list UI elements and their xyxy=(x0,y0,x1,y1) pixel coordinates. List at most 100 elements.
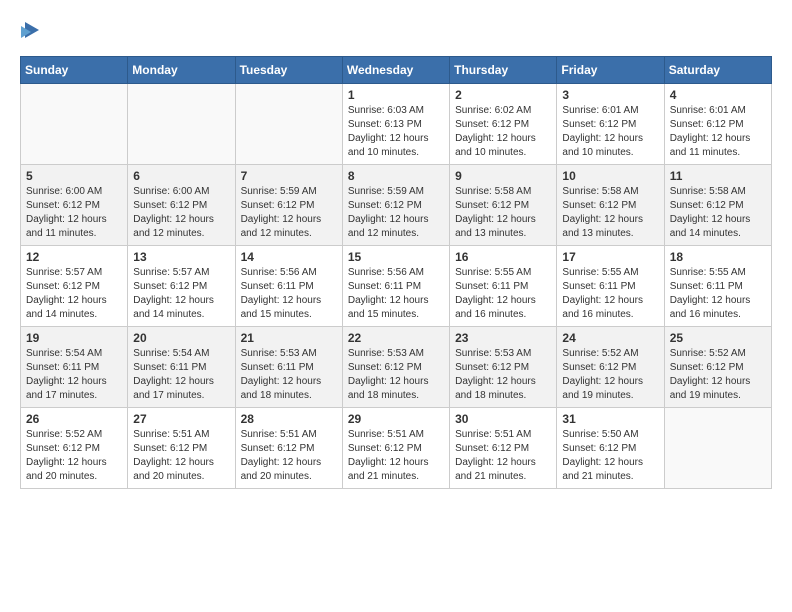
calendar-cell: 13 Sunrise: 5:57 AM Sunset: 6:12 PM Dayli… xyxy=(128,246,235,327)
calendar-week-2: 5 Sunrise: 6:00 AM Sunset: 6:12 PM Daylig… xyxy=(21,165,772,246)
calendar-cell: 17 Sunrise: 5:55 AM Sunset: 6:11 PM Dayli… xyxy=(557,246,664,327)
calendar-cell: 9 Sunrise: 5:58 AM Sunset: 6:12 PM Daylig… xyxy=(450,165,557,246)
day-number: 18 xyxy=(670,250,766,264)
calendar-cell xyxy=(21,84,128,165)
weekday-header-sunday: Sunday xyxy=(21,57,128,84)
calendar-cell: 3 Sunrise: 6:01 AM Sunset: 6:12 PM Daylig… xyxy=(557,84,664,165)
day-number: 27 xyxy=(133,412,229,426)
day-number: 31 xyxy=(562,412,658,426)
day-number: 30 xyxy=(455,412,551,426)
day-info: Sunrise: 5:55 AM Sunset: 6:11 PM Dayligh… xyxy=(670,266,766,322)
weekday-header-tuesday: Tuesday xyxy=(235,57,342,84)
day-number: 9 xyxy=(455,169,551,183)
weekday-header-wednesday: Wednesday xyxy=(342,57,449,84)
day-info: Sunrise: 5:54 AM Sunset: 6:11 PM Dayligh… xyxy=(133,347,229,403)
day-info: Sunrise: 5:57 AM Sunset: 6:12 PM Dayligh… xyxy=(133,266,229,322)
calendar-cell: 21 Sunrise: 5:53 AM Sunset: 6:11 PM Dayli… xyxy=(235,327,342,408)
day-number: 6 xyxy=(133,169,229,183)
calendar-cell: 26 Sunrise: 5:52 AM Sunset: 6:12 PM Dayli… xyxy=(21,408,128,489)
calendar-cell xyxy=(128,84,235,165)
calendar-cell: 18 Sunrise: 5:55 AM Sunset: 6:11 PM Dayli… xyxy=(664,246,771,327)
day-info: Sunrise: 5:55 AM Sunset: 6:11 PM Dayligh… xyxy=(455,266,551,322)
day-info: Sunrise: 5:56 AM Sunset: 6:11 PM Dayligh… xyxy=(348,266,444,322)
day-info: Sunrise: 5:52 AM Sunset: 6:12 PM Dayligh… xyxy=(26,428,122,484)
calendar-week-4: 19 Sunrise: 5:54 AM Sunset: 6:11 PM Dayli… xyxy=(21,327,772,408)
calendar-cell: 4Sunrise: 6:01 AM Sunset: 6:12 PM Daylig… xyxy=(664,84,771,165)
day-number: 19 xyxy=(26,331,122,345)
day-info: Sunrise: 6:00 AM Sunset: 6:12 PM Dayligh… xyxy=(26,185,122,241)
weekday-header-thursday: Thursday xyxy=(450,57,557,84)
day-number: 7 xyxy=(241,169,337,183)
day-info: Sunrise: 5:52 AM Sunset: 6:12 PM Dayligh… xyxy=(670,347,766,403)
day-info: Sunrise: 5:54 AM Sunset: 6:11 PM Dayligh… xyxy=(26,347,122,403)
day-number: 16 xyxy=(455,250,551,264)
day-info: Sunrise: 5:59 AM Sunset: 6:12 PM Dayligh… xyxy=(348,185,444,241)
calendar-cell: 10Sunrise: 5:58 AM Sunset: 6:12 PM Dayli… xyxy=(557,165,664,246)
calendar-cell: 8 Sunrise: 5:59 AM Sunset: 6:12 PM Daylig… xyxy=(342,165,449,246)
calendar-cell: 31Sunrise: 5:50 AM Sunset: 6:12 PM Dayli… xyxy=(557,408,664,489)
weekday-header-monday: Monday xyxy=(128,57,235,84)
day-info: Sunrise: 6:01 AM Sunset: 6:12 PM Dayligh… xyxy=(670,104,766,160)
calendar-cell: 1 Sunrise: 6:03 AM Sunset: 6:13 PM Daylig… xyxy=(342,84,449,165)
day-info: Sunrise: 6:01 AM Sunset: 6:12 PM Dayligh… xyxy=(562,104,658,160)
day-info: Sunrise: 5:53 AM Sunset: 6:12 PM Dayligh… xyxy=(348,347,444,403)
day-info: Sunrise: 5:58 AM Sunset: 6:12 PM Dayligh… xyxy=(562,185,658,241)
day-info: Sunrise: 6:00 AM Sunset: 6:12 PM Dayligh… xyxy=(133,185,229,241)
day-number: 29 xyxy=(348,412,444,426)
day-number: 28 xyxy=(241,412,337,426)
day-info: Sunrise: 5:59 AM Sunset: 6:12 PM Dayligh… xyxy=(241,185,337,241)
calendar-cell xyxy=(235,84,342,165)
day-number: 20 xyxy=(133,331,229,345)
day-number: 3 xyxy=(562,88,658,102)
day-number: 17 xyxy=(562,250,658,264)
calendar-cell xyxy=(664,408,771,489)
day-info: Sunrise: 5:53 AM Sunset: 6:11 PM Dayligh… xyxy=(241,347,337,403)
calendar-cell: 6 Sunrise: 6:00 AM Sunset: 6:12 PM Daylig… xyxy=(128,165,235,246)
calendar-cell: 2Sunrise: 6:02 AM Sunset: 6:12 PM Daylig… xyxy=(450,84,557,165)
calendar-week-3: 12 Sunrise: 5:57 AM Sunset: 6:12 PM Dayli… xyxy=(21,246,772,327)
calendar-cell: 15 Sunrise: 5:56 AM Sunset: 6:11 PM Dayli… xyxy=(342,246,449,327)
page: SundayMondayTuesdayWednesdayThursdayFrid… xyxy=(0,0,792,499)
calendar-cell: 25 Sunrise: 5:52 AM Sunset: 6:12 PM Dayli… xyxy=(664,327,771,408)
day-number: 15 xyxy=(348,250,444,264)
calendar-cell: 23Sunrise: 5:53 AM Sunset: 6:12 PM Dayli… xyxy=(450,327,557,408)
calendar-cell: 5 Sunrise: 6:00 AM Sunset: 6:12 PM Daylig… xyxy=(21,165,128,246)
day-number: 2 xyxy=(455,88,551,102)
weekday-header-saturday: Saturday xyxy=(664,57,771,84)
calendar-table: SundayMondayTuesdayWednesdayThursdayFrid… xyxy=(20,56,772,489)
weekday-header-friday: Friday xyxy=(557,57,664,84)
day-number: 14 xyxy=(241,250,337,264)
day-number: 13 xyxy=(133,250,229,264)
calendar-cell: 11Sunrise: 5:58 AM Sunset: 6:12 PM Dayli… xyxy=(664,165,771,246)
day-number: 26 xyxy=(26,412,122,426)
calendar-cell: 19 Sunrise: 5:54 AM Sunset: 6:11 PM Dayli… xyxy=(21,327,128,408)
logo xyxy=(20,20,40,42)
day-number: 11 xyxy=(670,169,766,183)
calendar-cell: 7 Sunrise: 5:59 AM Sunset: 6:12 PM Daylig… xyxy=(235,165,342,246)
day-info: Sunrise: 5:51 AM Sunset: 6:12 PM Dayligh… xyxy=(455,428,551,484)
logo-icon xyxy=(21,20,39,42)
day-info: Sunrise: 5:56 AM Sunset: 6:11 PM Dayligh… xyxy=(241,266,337,322)
day-info: Sunrise: 5:51 AM Sunset: 6:12 PM Dayligh… xyxy=(241,428,337,484)
weekday-header-row: SundayMondayTuesdayWednesdayThursdayFrid… xyxy=(21,57,772,84)
calendar-cell: 14 Sunrise: 5:56 AM Sunset: 6:11 PM Dayli… xyxy=(235,246,342,327)
calendar-cell: 22Sunrise: 5:53 AM Sunset: 6:12 PM Dayli… xyxy=(342,327,449,408)
day-info: Sunrise: 6:03 AM Sunset: 6:13 PM Dayligh… xyxy=(348,104,444,160)
day-info: Sunrise: 5:53 AM Sunset: 6:12 PM Dayligh… xyxy=(455,347,551,403)
day-number: 1 xyxy=(348,88,444,102)
day-info: Sunrise: 5:58 AM Sunset: 6:12 PM Dayligh… xyxy=(455,185,551,241)
day-info: Sunrise: 5:55 AM Sunset: 6:11 PM Dayligh… xyxy=(562,266,658,322)
day-number: 5 xyxy=(26,169,122,183)
calendar-cell: 27Sunrise: 5:51 AM Sunset: 6:12 PM Dayli… xyxy=(128,408,235,489)
header xyxy=(20,20,772,42)
calendar-cell: 28 Sunrise: 5:51 AM Sunset: 6:12 PM Dayli… xyxy=(235,408,342,489)
day-number: 25 xyxy=(670,331,766,345)
day-number: 21 xyxy=(241,331,337,345)
calendar-cell: 24Sunrise: 5:52 AM Sunset: 6:12 PM Dayli… xyxy=(557,327,664,408)
day-info: Sunrise: 5:51 AM Sunset: 6:12 PM Dayligh… xyxy=(348,428,444,484)
day-number: 8 xyxy=(348,169,444,183)
day-number: 12 xyxy=(26,250,122,264)
day-info: Sunrise: 5:52 AM Sunset: 6:12 PM Dayligh… xyxy=(562,347,658,403)
calendar-week-5: 26 Sunrise: 5:52 AM Sunset: 6:12 PM Dayli… xyxy=(21,408,772,489)
calendar-week-1: 1 Sunrise: 6:03 AM Sunset: 6:13 PM Daylig… xyxy=(21,84,772,165)
